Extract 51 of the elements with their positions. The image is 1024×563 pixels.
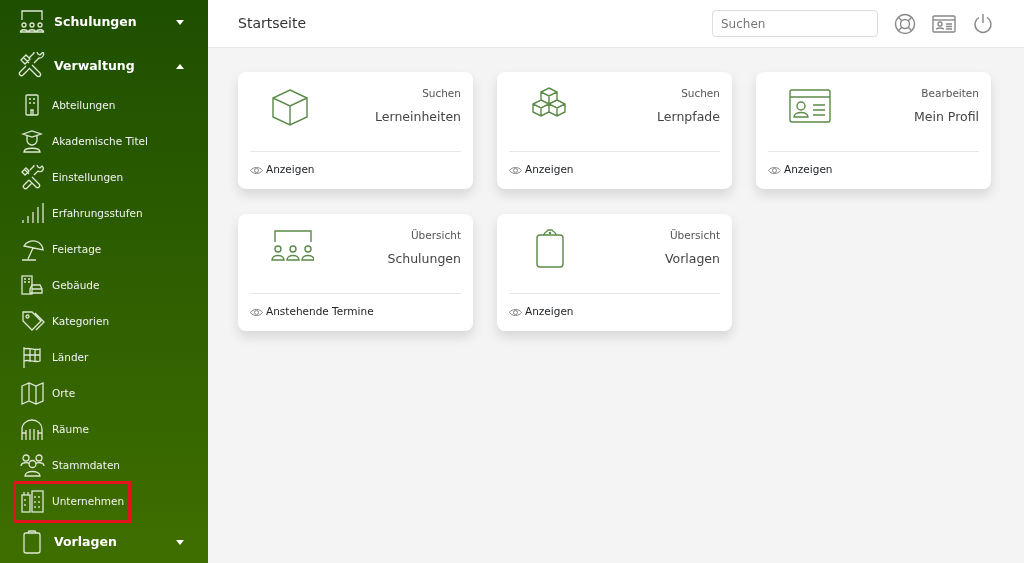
- sidebar-item[interactable]: Erfahrungsstufen: [16, 196, 147, 232]
- card-link[interactable]: Anzeigen: [266, 162, 315, 178]
- card-link[interactable]: Anzeigen: [525, 162, 574, 178]
- arena-icon: [20, 417, 46, 443]
- sidebar-item[interactable]: Länder: [16, 340, 93, 376]
- map-icon: [20, 381, 46, 407]
- beach-umbrella-icon: [20, 237, 46, 263]
- card-link[interactable]: Anzeigen: [525, 304, 574, 320]
- card-title: Schulungen: [387, 249, 461, 268]
- sidebar-item[interactable]: Akademische Titel: [16, 124, 152, 160]
- help-icon[interactable]: [894, 12, 916, 35]
- card-link[interactable]: Anzeigen: [784, 162, 833, 178]
- sidebar-group[interactable]: Schulungen: [18, 0, 208, 44]
- caret-icon: [176, 539, 184, 545]
- sidebar-item[interactable]: Stammdaten: [16, 448, 124, 484]
- sidebar-item[interactable]: Kategorien: [16, 304, 114, 340]
- card-link[interactable]: Anstehende Termine: [266, 304, 374, 320]
- card-title: Vorlagen: [664, 249, 720, 268]
- tools-icon: [20, 165, 46, 191]
- card-caption: Übersicht: [409, 228, 461, 243]
- caret-icon: [176, 63, 184, 69]
- sidebar-item[interactable]: Unternehmen: [16, 484, 129, 520]
- caret-icon: [176, 19, 184, 25]
- page-title: Startseite: [238, 14, 307, 33]
- sidebar-item[interactable]: Abteilungen: [16, 88, 120, 124]
- sidebar-group[interactable]: Verwaltung: [18, 44, 208, 88]
- sidebar-item[interactable]: Einstellungen: [16, 160, 128, 196]
- people-screen-icon: [18, 8, 46, 36]
- tools-icon: [18, 52, 46, 80]
- id-card-icon[interactable]: [932, 13, 956, 34]
- card-title: Mein Profil: [913, 107, 979, 126]
- card-title: Lerneinheiten: [375, 107, 461, 126]
- sidebar-item[interactable]: Orte: [16, 376, 80, 412]
- search-field[interactable]: Suchen: [712, 10, 878, 37]
- sidebar-item[interactable]: Feiertage: [16, 232, 106, 268]
- card-caption: Bearbeiten: [920, 86, 979, 101]
- sidebar-group[interactable]: Vorlagen: [18, 520, 208, 563]
- card-caption: Übersicht: [668, 228, 720, 243]
- card-caption: Suchen: [680, 86, 720, 101]
- sidebar-item[interactable]: Räume: [16, 412, 93, 448]
- card-title: Lernpfade: [657, 107, 720, 126]
- sidebar-item[interactable]: Gebäude: [16, 268, 104, 304]
- eye-icon: [509, 307, 522, 317]
- card-caption: Suchen: [421, 86, 461, 101]
- power-icon[interactable]: [972, 12, 994, 35]
- eye-icon: [509, 165, 522, 175]
- buildings-icon: [20, 489, 46, 515]
- people-icon: [20, 453, 46, 479]
- eye-icon: [250, 165, 263, 175]
- eye-icon: [768, 165, 781, 175]
- eye-icon: [250, 307, 263, 317]
